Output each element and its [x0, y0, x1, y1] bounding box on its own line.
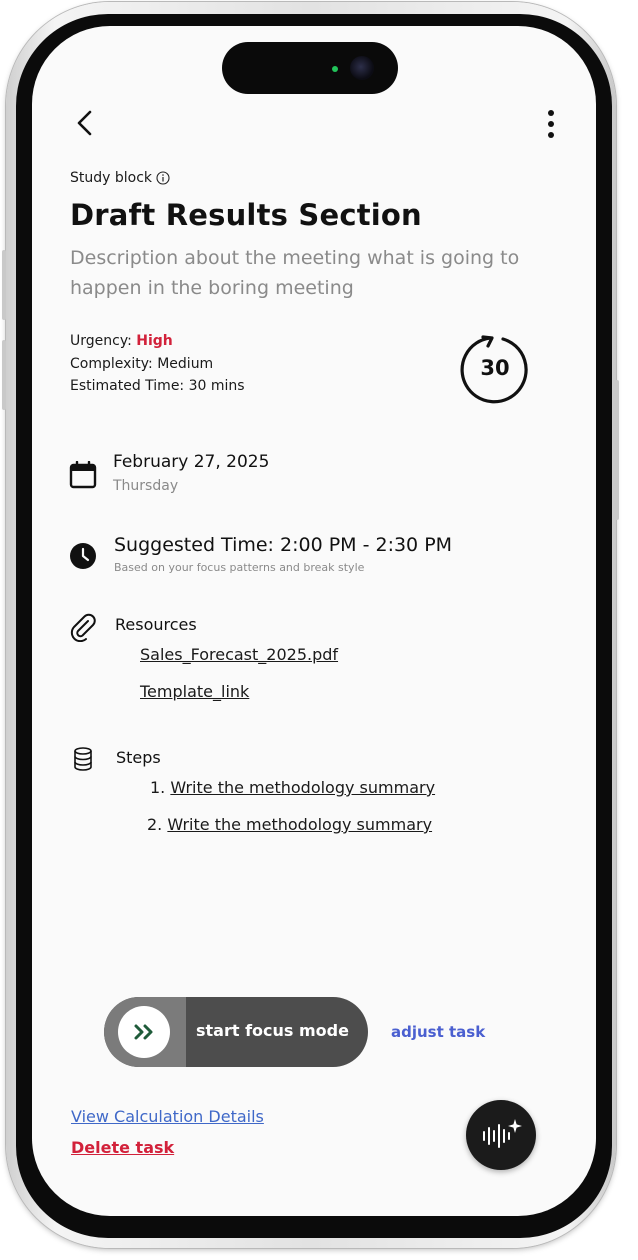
step-link[interactable]: Write the methodology summary — [167, 815, 432, 834]
urgency-row: Urgency: High — [70, 333, 173, 349]
more-options-button[interactable] — [538, 106, 564, 142]
block-label-text: Study block — [70, 170, 153, 186]
phone-side-button — [2, 250, 6, 320]
step-item: 2. Write the methodology summary — [147, 815, 432, 834]
steps-heading: Steps — [116, 748, 161, 767]
step-link[interactable]: Write the methodology summary — [170, 778, 435, 797]
more-vertical-icon — [548, 110, 554, 138]
view-calculation-link[interactable]: View Calculation Details — [71, 1107, 264, 1126]
timer-value: 30 — [480, 356, 510, 380]
dynamic-island — [222, 42, 398, 94]
step-number: 2. — [147, 815, 163, 834]
back-button[interactable] — [70, 104, 102, 142]
adjust-task-link[interactable]: adjust task — [391, 1023, 485, 1041]
complexity-row: Complexity: Medium — [70, 356, 214, 372]
resources-heading: Resources — [115, 615, 197, 634]
step-item: 1. Write the methodology summary — [150, 778, 435, 797]
page-title: Draft Results Section — [70, 198, 422, 232]
voice-sparkle-icon — [483, 1119, 522, 1148]
task-date: February 27, 2025 — [113, 452, 270, 472]
paperclip-icon — [70, 613, 96, 642]
clock-icon — [70, 543, 96, 569]
suggested-time: Suggested Time: 2:00 PM - 2:30 PM — [114, 534, 453, 556]
estimated-time-row: Estimated Time: 30 mins — [70, 378, 245, 394]
start-focus-mode-button[interactable]: start focus mode — [104, 997, 368, 1067]
timer-badge[interactable]: 30 — [459, 334, 531, 406]
focus-slider-knob[interactable] — [118, 1006, 170, 1058]
urgency-label: Urgency: — [70, 333, 137, 349]
step-number: 1. — [150, 778, 166, 797]
phone-side-button — [615, 380, 619, 520]
info-icon[interactable] — [156, 171, 170, 185]
suggested-time-note: Based on your focus patterns and break s… — [114, 561, 365, 574]
chevron-left-icon — [77, 110, 92, 136]
database-icon — [74, 747, 92, 771]
indicator-dot — [332, 66, 338, 72]
calendar-icon — [69, 461, 97, 489]
ai-voice-button[interactable] — [466, 1100, 536, 1170]
phone-side-button — [2, 340, 6, 410]
camera-icon — [350, 56, 374, 80]
resource-link[interactable]: Template_link — [140, 682, 249, 701]
block-label: Study block — [70, 170, 170, 186]
urgency-value: High — [136, 333, 173, 349]
task-description: Description about the meeting what is go… — [70, 247, 520, 299]
task-weekday: Thursday — [113, 478, 179, 494]
delete-task-link[interactable]: Delete task — [71, 1138, 174, 1157]
focus-mode-label: start focus mode — [196, 1021, 349, 1040]
resource-link[interactable]: Sales_Forecast_2025.pdf — [140, 645, 338, 664]
double-chevron-right-icon — [134, 1024, 153, 1040]
